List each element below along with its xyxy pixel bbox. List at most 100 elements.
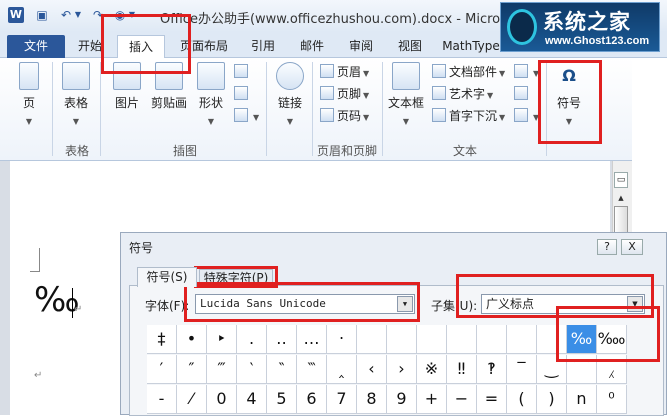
symbol-cell[interactable]: ⁄ — [177, 385, 207, 414]
header-footer-group-label: 页眉和页脚 — [316, 144, 377, 158]
group-divider — [266, 62, 267, 156]
symbol-cell[interactable]: ′ — [147, 355, 177, 384]
symbol-cell[interactable]: 8 — [357, 385, 387, 414]
symbol-cell[interactable]: 6 — [297, 385, 327, 414]
clipart-label: 剪贴画 — [150, 96, 187, 110]
footer-button[interactable]: 页脚 ▼ — [320, 84, 369, 104]
margin-marker — [30, 248, 40, 272]
symbol-cell[interactable]: ⁰ — [597, 385, 627, 414]
quickparts-button[interactable]: 文档部件 ▼ — [432, 62, 505, 82]
pages-button[interactable]: 页 ▼ — [14, 62, 44, 126]
symbol-cell[interactable]: = — [477, 385, 507, 414]
signature-icon — [514, 64, 528, 78]
symbol-cell[interactable]: ) — [537, 385, 567, 414]
link-icon — [276, 62, 304, 90]
symbol-cell[interactable] — [417, 325, 447, 354]
symbol-cell[interactable]: - — [147, 385, 177, 414]
symbol-cell[interactable]: ․ — [237, 325, 267, 354]
symbol-cell[interactable]: ※ — [417, 355, 447, 384]
paragraph-mark: ↵ — [34, 370, 43, 381]
help-button[interactable]: ? — [597, 239, 617, 255]
symbol-cell[interactable]: − — [447, 385, 477, 414]
chevron-down-icon: ▼ — [25, 117, 33, 126]
datetime-button[interactable] — [514, 84, 531, 104]
symbol-cell[interactable]: 7 — [327, 385, 357, 414]
quickparts-label: 文档部件 — [449, 65, 498, 79]
symbol-cell[interactable] — [507, 325, 537, 354]
symbol-cell[interactable]: ( — [507, 385, 537, 414]
table-icon — [62, 62, 90, 90]
symbol-cell[interactable]: ‡ — [147, 325, 177, 354]
tables-group-label: 表格 — [64, 144, 89, 158]
symbol-cell[interactable]: ‹ — [357, 355, 387, 384]
tab-mailings[interactable]: 邮件 — [290, 35, 334, 58]
chart-button[interactable] — [234, 84, 251, 104]
signature-button[interactable]: ▼ — [514, 62, 539, 82]
smartart-button[interactable] — [234, 62, 251, 82]
highlight-font-select — [184, 282, 420, 322]
symbol-cell[interactable]: ‾ — [507, 355, 537, 384]
symbol-cell[interactable]: 5 — [267, 385, 297, 414]
screenshot-button[interactable]: ▼ — [234, 106, 259, 126]
textbox-icon — [392, 62, 420, 90]
symbol-cell[interactable]: 0 — [207, 385, 237, 414]
symbol-cell[interactable]: ‴ — [207, 355, 237, 384]
save-icon[interactable]: ▣ — [34, 7, 50, 23]
close-button[interactable]: X — [621, 239, 643, 255]
wordart-icon — [432, 86, 446, 100]
scroll-up-icon[interactable]: ▲ — [614, 192, 628, 204]
tab-mathtype[interactable]: MathType — [438, 35, 504, 58]
symbol-cell[interactable]: ‸ — [327, 355, 357, 384]
symbol-cell[interactable]: + — [417, 385, 447, 414]
symbol-cell[interactable]: 4 — [237, 385, 267, 414]
symbol-cell[interactable]: ‵ — [237, 355, 267, 384]
watermark-logo-icon — [507, 9, 537, 45]
group-divider — [382, 62, 383, 156]
symbol-cell[interactable] — [357, 325, 387, 354]
page-number-icon — [320, 108, 334, 122]
object-button[interactable]: ▼ — [514, 106, 539, 126]
table-button[interactable]: 表格 ▼ — [58, 62, 94, 126]
ruler-toggle-icon[interactable]: ▭ — [614, 172, 628, 188]
word-logo-icon[interactable]: W — [8, 7, 24, 23]
scroll-thumb[interactable] — [614, 206, 628, 234]
table-label: 表格 — [63, 96, 88, 110]
header-button[interactable]: 页眉 ▼ — [320, 62, 369, 82]
undo-icon[interactable]: ↶ — [58, 7, 74, 23]
page-number-button[interactable]: 页码 ▼ — [320, 106, 369, 126]
symbol-cell[interactable]: ‷ — [297, 355, 327, 384]
tab-review[interactable]: 审阅 — [338, 35, 384, 58]
dropcap-label: 首字下沉 — [449, 109, 498, 123]
links-button[interactable]: 链接 ▼ — [272, 62, 308, 126]
group-divider — [52, 62, 53, 156]
datetime-icon — [514, 86, 528, 100]
tab-references[interactable]: 引用 — [245, 35, 281, 58]
tab-file[interactable]: 文件 — [7, 35, 65, 58]
symbol-cell[interactable] — [447, 325, 477, 354]
symbol-cell[interactable]: ‣ — [207, 325, 237, 354]
dropcap-button[interactable]: 首字下沉 ▼ — [432, 106, 505, 126]
symbol-cell[interactable]: ″ — [177, 355, 207, 384]
symbol-cell[interactable]: ‧ — [327, 325, 357, 354]
tab-symbols[interactable]: 符号(S) — [137, 267, 197, 287]
symbol-cell[interactable] — [477, 325, 507, 354]
text-cursor — [72, 288, 73, 318]
symbol-cell[interactable]: n — [567, 385, 597, 414]
shapes-button[interactable]: 形状 ▼ — [194, 62, 228, 126]
symbol-cell[interactable]: ‶ — [267, 355, 297, 384]
symbol-cell[interactable]: › — [387, 355, 417, 384]
symbol-cell[interactable]: ‥ — [267, 325, 297, 354]
symbol-cell[interactable]: 9 — [387, 385, 417, 414]
highlight-permille-symbols — [556, 306, 660, 362]
wordart-button[interactable]: 艺术字 ▼ — [432, 84, 493, 104]
symbol-cell[interactable]: ‼ — [447, 355, 477, 384]
symbol-cell[interactable]: • — [177, 325, 207, 354]
symbol-cell[interactable]: … — [297, 325, 327, 354]
highlight-insert-tab — [101, 14, 191, 74]
undo-dropdown-icon[interactable]: ▼ — [74, 7, 82, 23]
textbox-button[interactable]: 文本框 ▼ — [386, 62, 426, 126]
tab-view[interactable]: 视图 — [388, 35, 432, 58]
symbol-cell[interactable] — [387, 325, 417, 354]
paragraph-mark: ↵ — [74, 304, 83, 315]
symbol-cell[interactable]: ‽ — [477, 355, 507, 384]
